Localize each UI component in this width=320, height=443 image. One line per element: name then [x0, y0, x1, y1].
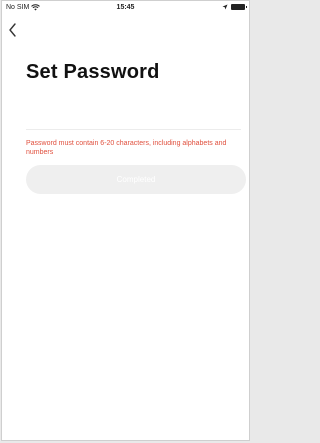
password-field-divider: [26, 129, 241, 130]
password-hint: Password must contain 6-20 characters, i…: [26, 140, 227, 156]
status-right-group: [222, 4, 247, 10]
completed-button[interactable]: Completed: [26, 165, 246, 194]
battery-icon: [231, 4, 247, 10]
location-icon: [222, 4, 228, 10]
chevron-left-icon: [9, 23, 16, 37]
back-button[interactable]: [7, 22, 19, 38]
status-time: 15:45: [116, 4, 135, 11]
status-bar: No SIM 15:45: [2, 1, 249, 17]
page-title: Set Password: [26, 61, 160, 83]
phone-screen: No SIM 15:45 Set Password Password must …: [1, 0, 250, 441]
